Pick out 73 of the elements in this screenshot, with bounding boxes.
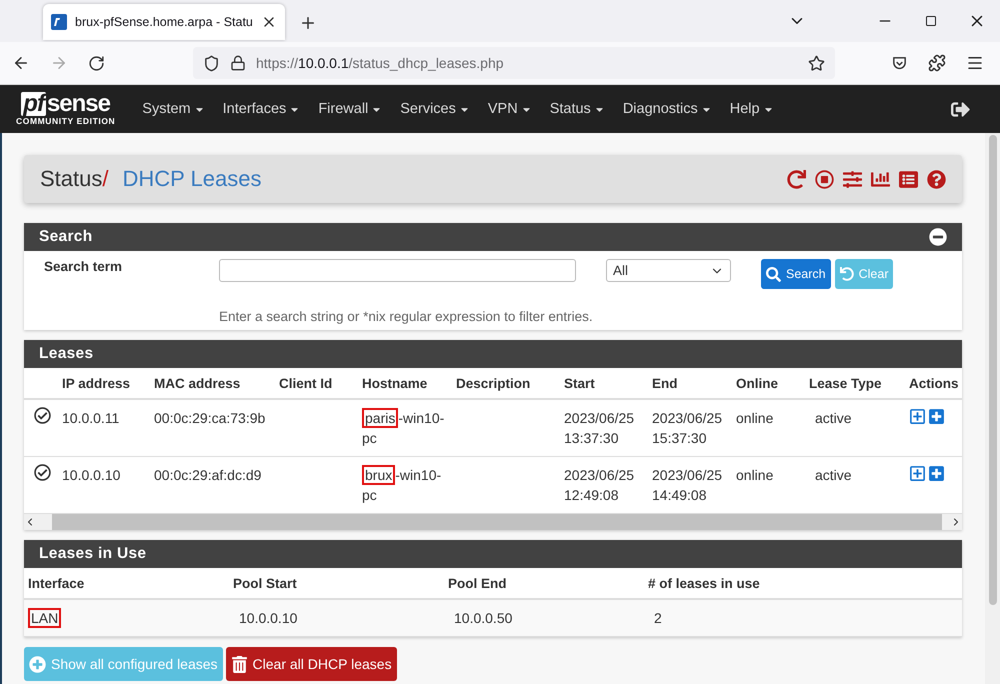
lock-icon[interactable] bbox=[230, 55, 246, 71]
address-field[interactable]: https://10.0.0.1/status_dhcp_leases.php bbox=[193, 47, 835, 79]
table-cell: online bbox=[736, 467, 774, 483]
refresh-icon[interactable] bbox=[787, 170, 806, 188]
reload-icon[interactable] bbox=[88, 54, 105, 72]
settings-sliders-icon[interactable] bbox=[843, 170, 862, 188]
column-header: Online bbox=[732, 368, 805, 399]
column-header: Lease Type bbox=[805, 368, 905, 399]
column-header: Start bbox=[560, 368, 648, 399]
logout-icon[interactable] bbox=[951, 100, 970, 118]
help-text: Enter a search string or *nix regular expression to filter entries. bbox=[219, 309, 594, 324]
menu-icon[interactable] bbox=[966, 54, 984, 72]
table-cell: 2023/06/25 12:49:08 bbox=[564, 467, 634, 503]
search-icon bbox=[766, 266, 781, 282]
column-header: End bbox=[648, 368, 732, 399]
table-cell-text: brux -win10-pc bbox=[362, 465, 442, 505]
column-header: Actions bbox=[905, 368, 962, 399]
nav-menu-item[interactable]: Help bbox=[720, 101, 783, 117]
horizontal-scrollbar[interactable] bbox=[24, 514, 962, 530]
url-text: https://10.0.0.1/status_dhcp_leases.php bbox=[256, 55, 505, 71]
column-header: MAC address bbox=[150, 368, 275, 399]
table-cell: 2023/06/25 14:49:08 bbox=[652, 467, 722, 503]
trash-icon bbox=[230, 656, 248, 672]
table-cell: 10.0.0.50 bbox=[454, 610, 512, 626]
table-cell: 00:0c:29:af:dc:d9 bbox=[154, 467, 262, 483]
undo-icon bbox=[840, 267, 854, 281]
browser-tab[interactable]: brux-pfSense.home.arpa - Statu bbox=[43, 4, 285, 40]
table-cell: 2023/06/25 15:37:30 bbox=[652, 410, 722, 446]
breadcrumb-section: Status bbox=[40, 166, 102, 192]
table-cell: active bbox=[815, 410, 852, 426]
breadcrumb-separator: / bbox=[102, 166, 108, 192]
table-cell: online bbox=[736, 410, 774, 426]
nav-menu-item[interactable]: System bbox=[133, 101, 214, 117]
shield-icon[interactable] bbox=[203, 54, 220, 72]
pocket-icon[interactable] bbox=[891, 54, 908, 72]
help-icon[interactable] bbox=[927, 170, 946, 188]
bookmark-star-icon[interactable] bbox=[808, 54, 825, 72]
list-icon[interactable] bbox=[899, 170, 918, 188]
search-field[interactable] bbox=[219, 259, 576, 282]
back-icon[interactable] bbox=[12, 54, 30, 72]
nav-menu-item[interactable]: Services bbox=[391, 101, 479, 117]
column-header: Client Id bbox=[275, 368, 358, 399]
panel-heading: Leases in Use bbox=[24, 540, 962, 568]
filter-dropdown[interactable]: All bbox=[606, 259, 731, 282]
vertical-scrollbar[interactable] bbox=[985, 133, 1000, 684]
nav-menu-item[interactable]: VPN bbox=[478, 101, 541, 117]
column-header: Hostname bbox=[358, 368, 452, 399]
panel-heading: Leases bbox=[24, 340, 962, 368]
table-cell: 2023/06/25 13:37:30 bbox=[564, 410, 634, 446]
table-cell: 10.0.0.11 bbox=[62, 410, 120, 426]
table-cell: 00:0c:29:ca:73:9b bbox=[154, 410, 266, 426]
pfsense-favicon-icon bbox=[51, 14, 67, 30]
clear-leases-button[interactable]: Clear all DHCP leases bbox=[226, 647, 397, 681]
table-cell: active bbox=[815, 467, 852, 483]
table-cell: 10.0.0.10 bbox=[239, 610, 298, 626]
column-header: IP address bbox=[58, 368, 150, 399]
table-cell: 10.0.0.10 bbox=[62, 467, 120, 483]
pfsense-logo[interactable]: pfsense COMMUNITY EDITION bbox=[16, 92, 116, 126]
nav-menu-item[interactable]: Diagnostics bbox=[614, 101, 721, 117]
nav-menu-item[interactable]: Interfaces bbox=[214, 101, 310, 117]
table-cell-text: paris -win10-pc bbox=[362, 408, 446, 448]
panel-heading: Search bbox=[24, 223, 962, 251]
field-label: Search term bbox=[44, 259, 124, 274]
stop-icon[interactable] bbox=[815, 170, 834, 188]
table-cell: 2 bbox=[654, 610, 662, 626]
nav-menu-item[interactable]: Status bbox=[540, 101, 614, 117]
column-header: Description bbox=[452, 368, 560, 399]
search-button[interactable]: Search bbox=[761, 259, 831, 289]
collapse-icon[interactable] bbox=[929, 228, 947, 246]
extensions-icon[interactable] bbox=[928, 54, 946, 72]
bar-chart-icon[interactable] bbox=[871, 170, 890, 188]
nav-menu-item[interactable]: Firewall bbox=[309, 101, 392, 117]
highlight-box: LAN bbox=[28, 608, 62, 628]
